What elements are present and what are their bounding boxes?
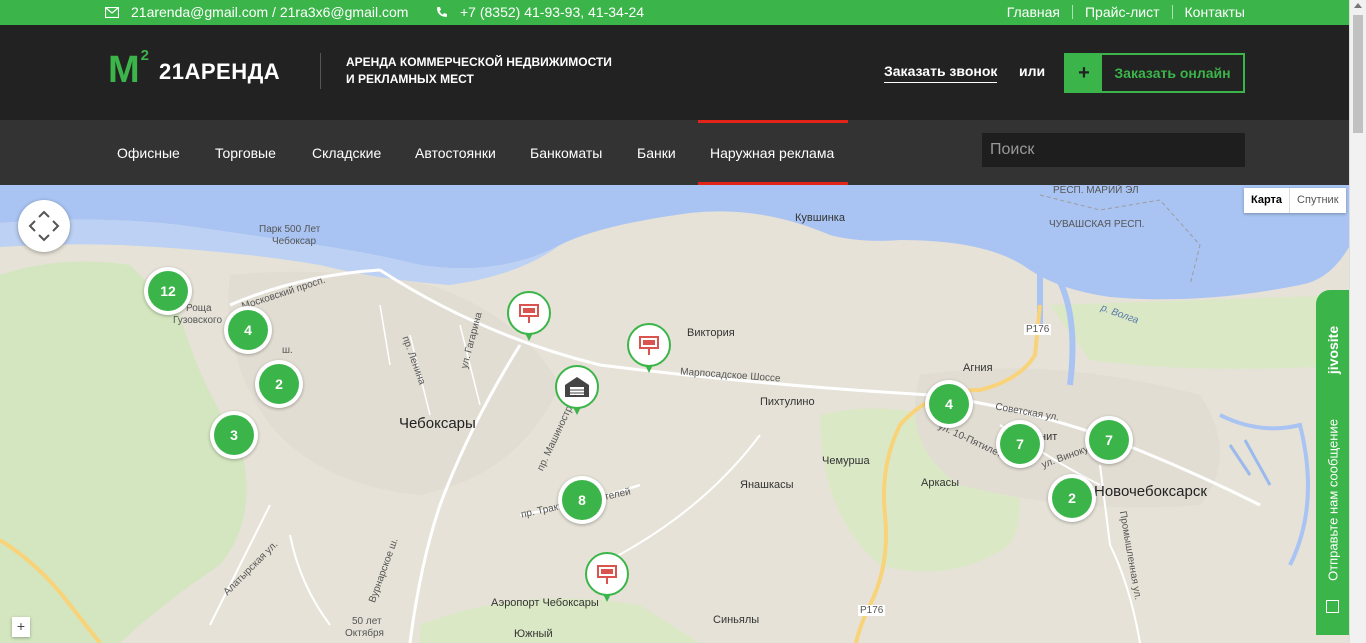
tagline-line-2: И РЕКЛАМНЫХ МЕСТ — [346, 72, 474, 86]
place-label: Пихтулино — [760, 396, 815, 408]
map-canvas — [0, 185, 1349, 643]
email-text[interactable]: 21arenda@gmail.com / 21ra3x6@gmail.com — [131, 4, 408, 20]
cluster-count: 2 — [1052, 478, 1092, 518]
place-label: Чебоксар — [272, 236, 317, 247]
top-links: Главная Прайс-лист Контакты — [1007, 4, 1245, 20]
road-label: P176 — [1024, 324, 1052, 335]
logo-superscript: 2 — [140, 47, 149, 64]
divider — [1171, 5, 1173, 19]
cluster-count: 12 — [148, 271, 188, 311]
top-bar: 21arenda@gmail.com / 21ra3x6@gmail.com +… — [0, 0, 1349, 25]
jivosite-brand-text: jivosite — [1324, 325, 1341, 375]
or-label: или — [1019, 63, 1046, 79]
warehouse-pin-icon[interactable] — [553, 365, 601, 421]
link-contacts[interactable]: Контакты — [1185, 4, 1245, 20]
cluster-count: 4 — [929, 384, 969, 424]
map-type-control: Карта Спутник — [1244, 188, 1346, 213]
place-label: Октября — [345, 628, 384, 639]
road-label: ш. — [282, 345, 293, 356]
place-label: Кувшинка — [795, 212, 845, 224]
contact-email[interactable]: 21arenda@gmail.com / 21ra3x6@gmail.com — [105, 4, 408, 20]
map-cluster[interactable]: 3 — [210, 411, 258, 459]
nav-item-office[interactable]: Офисные — [117, 120, 180, 185]
nav-item-warehouse[interactable]: Складские — [312, 120, 381, 185]
map-cluster[interactable]: 2 — [255, 360, 303, 408]
chat-message-text: Отправьте нам сообщение — [1325, 419, 1340, 581]
place-label-novocheboksarsk: Новочебоксарск — [1094, 483, 1207, 500]
search-input[interactable] — [982, 133, 1245, 167]
nav-item-banks[interactable]: Банки — [637, 120, 676, 185]
map-type-map[interactable]: Карта — [1244, 188, 1291, 213]
billboard-pin-icon[interactable] — [583, 552, 631, 608]
category-nav: Офисные Торговые Складские Автостоянки Б… — [0, 120, 1349, 185]
place-label: Гузовского — [173, 315, 223, 326]
cluster-count: 3 — [214, 415, 254, 455]
zoom-in-button[interactable]: + — [12, 617, 30, 637]
tagline-line-1: АРЕНДА КОММЕРЧЕСКОЙ НЕДВИЖИМОСТИ — [346, 55, 612, 69]
map-cluster[interactable]: 4 — [224, 306, 272, 354]
divider — [1071, 5, 1073, 19]
logo[interactable]: M 2 21АРЕНДА — [108, 47, 281, 91]
nav-item-atm[interactable]: Банкоматы — [530, 120, 602, 185]
page-scrollbar[interactable] — [1349, 0, 1366, 643]
road-label: P176 — [858, 605, 886, 616]
map-cluster[interactable]: 7 — [1085, 416, 1133, 464]
place-label: 50 лет — [352, 616, 382, 627]
place-label: ЧУВАШСКАЯ РЕСП. — [1049, 219, 1145, 230]
place-label-cheboksary: Чебоксары — [399, 415, 476, 432]
place-label: Синьялы — [713, 614, 760, 626]
chat-widget-tab[interactable]: jivosite Отправьте нам сообщение — [1316, 290, 1349, 635]
chat-icon — [1326, 600, 1339, 613]
map[interactable]: Карта Спутник + Парк 500 Лет Чебоксар Ро… — [0, 185, 1349, 643]
place-label: Агния — [963, 362, 993, 374]
place-label: Виктория — [687, 327, 735, 339]
map-type-satellite[interactable]: Спутник — [1290, 188, 1345, 213]
order-online-label: Заказать онлайн — [1114, 65, 1231, 81]
nav-item-outdoor-ads[interactable]: Наружная реклама — [698, 120, 848, 185]
nav-item-retail[interactable]: Торговые — [215, 120, 276, 185]
map-cluster[interactable]: 4 — [925, 380, 973, 428]
scroll-up-arrow-icon[interactable] — [1354, 3, 1362, 8]
order-online-button[interactable]: + Заказать онлайн — [1064, 53, 1245, 93]
tagline: АРЕНДА КОММЕРЧЕСКОЙ НЕДВИЖИМОСТИ И РЕКЛА… — [346, 54, 636, 88]
header-divider — [320, 53, 321, 89]
place-label: Аркасы — [921, 477, 960, 489]
billboard-pin-icon[interactable] — [505, 291, 553, 347]
cluster-count: 2 — [259, 364, 299, 404]
plus-icon: + — [1066, 55, 1102, 91]
jivosite-brand: jivosite — [1316, 320, 1349, 380]
cluster-count: 4 — [228, 310, 268, 350]
link-home[interactable]: Главная — [1007, 4, 1060, 20]
scrollbar-thumb[interactable] — [1353, 15, 1363, 133]
cluster-count: 8 — [562, 480, 602, 520]
map-cluster[interactable]: 8 — [558, 476, 606, 524]
map-cluster[interactable]: 12 — [144, 267, 192, 315]
place-label: Янашкасы — [740, 479, 794, 491]
envelope-icon — [105, 6, 119, 18]
callback-link[interactable]: Заказать звонок — [884, 63, 998, 83]
contact-phone[interactable]: +7 (8352) 41-93-93, 41-34-24 — [436, 4, 644, 20]
phone-text: +7 (8352) 41-93-93, 41-34-24 — [460, 4, 645, 20]
pan-control[interactable] — [18, 200, 70, 252]
phone-icon — [437, 7, 447, 17]
billboard-pin-icon[interactable] — [625, 323, 673, 379]
map-cluster[interactable]: 7 — [996, 420, 1044, 468]
pan-arrows-icon — [28, 210, 60, 242]
place-label: Чемурша — [822, 455, 870, 467]
chat-message-prompt: Отправьте нам сообщение — [1316, 405, 1349, 595]
nav-item-parking[interactable]: Автостоянки — [415, 120, 496, 185]
site-header: M 2 21АРЕНДА АРЕНДА КОММЕРЧЕСКОЙ НЕДВИЖИ… — [0, 25, 1349, 120]
logo-mark: M — [108, 49, 140, 91]
cluster-count: 7 — [1000, 424, 1040, 464]
place-label: Парк 500 Лет — [259, 224, 321, 235]
logo-name: 21АРЕНДА — [159, 59, 281, 84]
link-price-list[interactable]: Прайс-лист — [1085, 4, 1160, 20]
place-label: Роща — [186, 303, 212, 314]
cluster-count: 7 — [1089, 420, 1129, 460]
place-label: РЕСП. МАРИЙ ЭЛ — [1053, 185, 1139, 196]
place-label: Южный — [514, 628, 553, 640]
map-cluster[interactable]: 2 — [1048, 474, 1096, 522]
